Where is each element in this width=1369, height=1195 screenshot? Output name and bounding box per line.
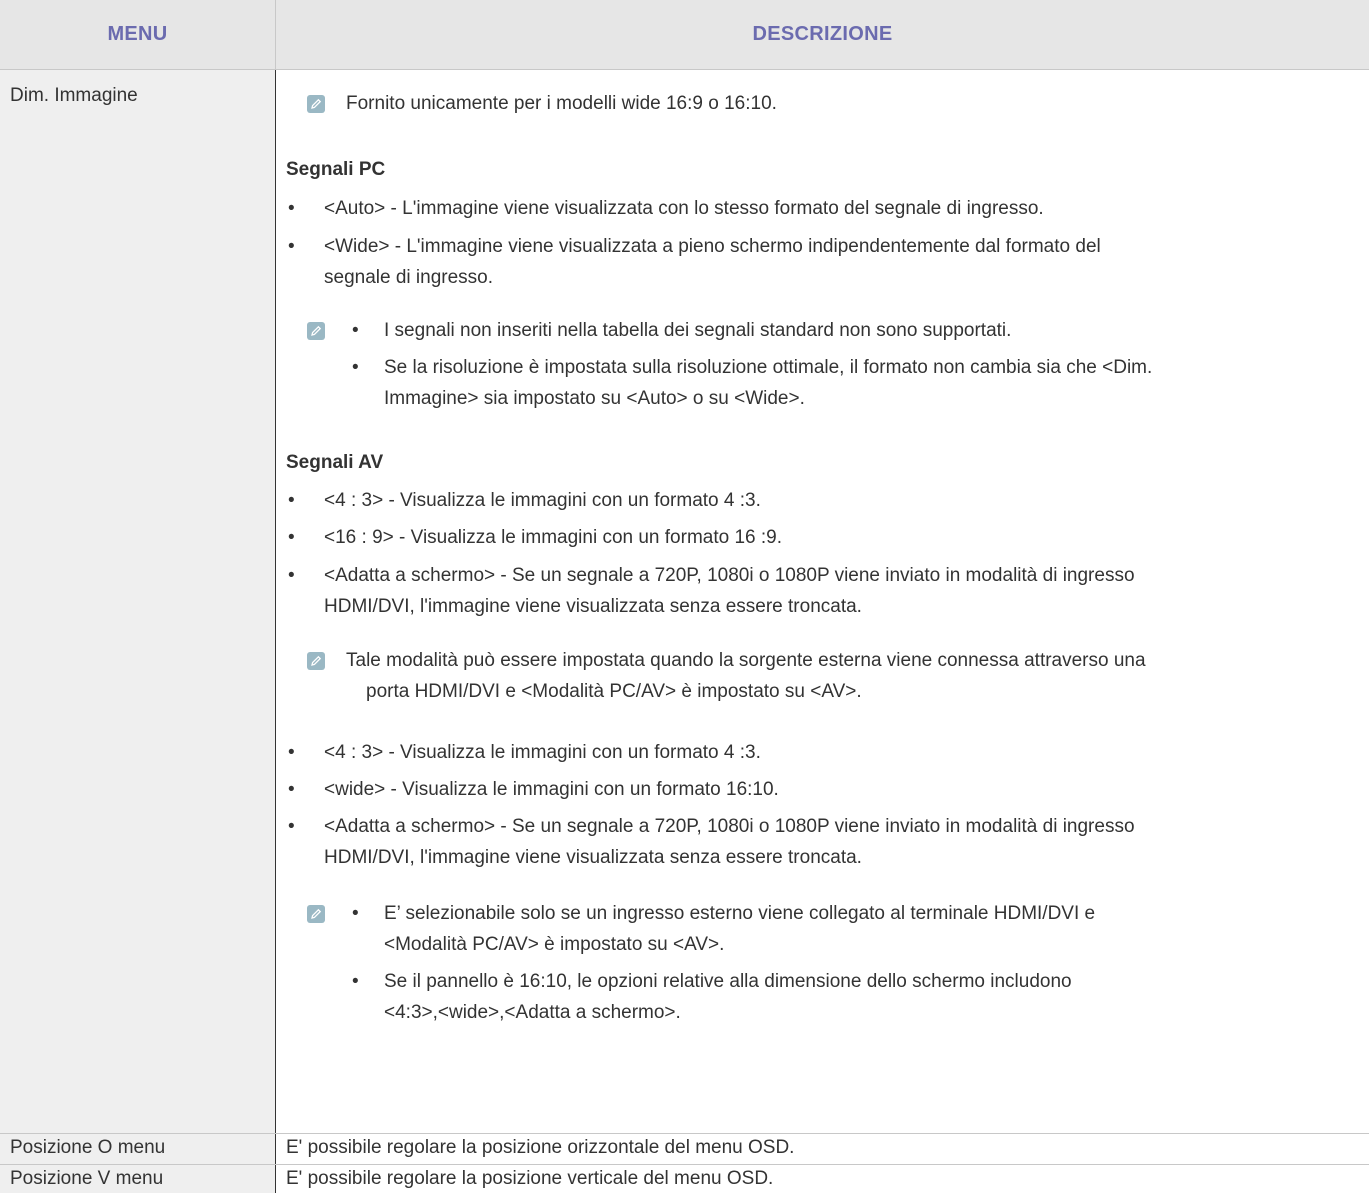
bullet: • [288, 527, 295, 548]
menu-cell-posizione-o: Posizione O menu [0, 1134, 276, 1164]
note-pencil-icon [307, 905, 325, 923]
header-menu: MENU [0, 0, 276, 70]
note-pencil-icon [307, 652, 325, 670]
note-item-continued: <4:3>,<wide>,<Adatta a schermo>. [384, 1002, 681, 1023]
bullet: • [288, 236, 295, 257]
list-item: <Wide> - L'immagine viene visualizzata a… [324, 236, 1101, 257]
bullet: • [288, 490, 295, 511]
note-item: Se il pannello è 16:10, le opzioni relat… [384, 971, 1072, 992]
note-pencil-icon [307, 95, 325, 113]
description-cell-dim-immagine: Fornito unicamente per i modelli wide 16… [276, 70, 1369, 1133]
bullet: • [352, 971, 359, 992]
list-item: <Adatta a schermo> - Se un segnale a 720… [324, 816, 1135, 837]
description-table: MENU DESCRIZIONE Dim. Immagine Fornito u… [0, 0, 1369, 1193]
note-item: E’ selezionabile solo se un ingresso est… [384, 903, 1096, 924]
menu-cell-dim-immagine: Dim. Immagine [0, 70, 276, 1133]
header-description: DESCRIZIONE [276, 0, 1369, 70]
menu-cell-posizione-v: Posizione V menu [0, 1165, 276, 1193]
description-cell-posizione-v: E' possibile regolare la posizione verti… [276, 1165, 1369, 1193]
description-cell-posizione-o: E' possibile regolare la posizione orizz… [276, 1134, 1369, 1164]
list-item: <Adatta a schermo> - Se un segnale a 720… [324, 565, 1135, 586]
list-item: <4 : 3> - Visualizza le immagini con un … [324, 742, 761, 763]
bullet: • [352, 903, 359, 924]
bullet: • [352, 357, 359, 378]
note-text-continued: porta HDMI/DVI e <Modalità PC/AV> è impo… [366, 681, 862, 702]
note-text: Fornito unicamente per i modelli wide 16… [346, 93, 777, 114]
section-heading-av: Segnali AV [286, 452, 384, 473]
description-text: E' possibile regolare la posizione orizz… [286, 1137, 795, 1158]
list-item: <16 : 9> - Visualizza le immagini con un… [324, 527, 783, 548]
list-item-continued: HDMI/DVI, l'immagine viene visualizzata … [324, 847, 862, 868]
bullet: • [288, 816, 295, 837]
bullet: • [288, 779, 295, 800]
bullet: • [288, 198, 295, 219]
note-item-continued: <Modalità PC/AV> è impostato su <AV>. [384, 934, 725, 955]
note-text: Tale modalità può essere impostata quand… [346, 650, 1146, 671]
header-description-label: DESCRIZIONE [752, 23, 893, 45]
note-item: Se la risoluzione è impostata sulla riso… [384, 357, 1153, 378]
bullet: • [288, 742, 295, 763]
menu-label: Posizione V menu [10, 1168, 164, 1189]
section-heading-pc: Segnali PC [286, 159, 386, 180]
list-item-continued: segnale di ingresso. [324, 267, 493, 288]
list-item: <wide> - Visualizza le immagini con un f… [324, 779, 779, 800]
menu-label: Posizione O menu [10, 1137, 166, 1158]
list-item: <Auto> - L'immagine viene visualizzata c… [324, 198, 1044, 219]
menu-label: Dim. Immagine [10, 85, 138, 106]
note-item: I segnali non inseriti nella tabella dei… [384, 320, 1012, 341]
note-item-continued: Immagine> sia impostato su <Auto> o su <… [384, 388, 805, 409]
header-menu-label: MENU [107, 23, 168, 45]
list-item-continued: HDMI/DVI, l'immagine viene visualizzata … [324, 596, 862, 617]
bullet: • [288, 565, 295, 586]
bullet: • [352, 320, 359, 341]
description-text: E' possibile regolare la posizione verti… [286, 1168, 774, 1189]
note-pencil-icon [307, 322, 325, 340]
list-item: <4 : 3> - Visualizza le immagini con un … [324, 490, 761, 511]
